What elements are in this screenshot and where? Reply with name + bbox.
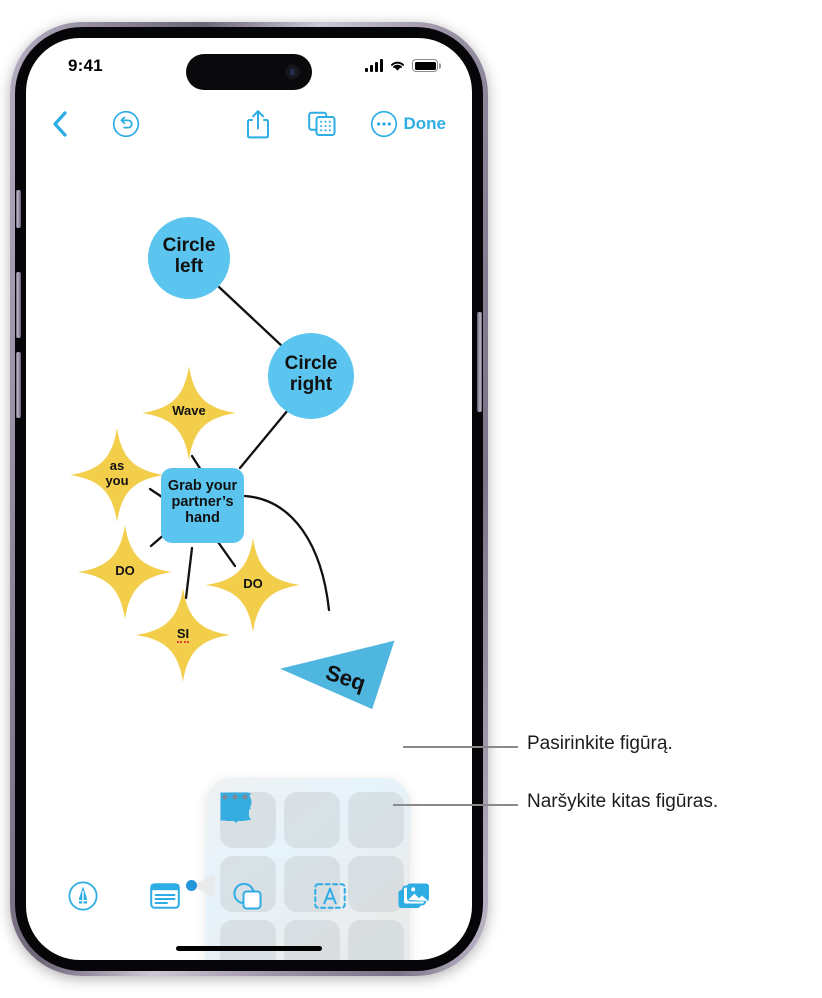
node-grab-partner[interactable]: [161, 468, 244, 543]
more-options-button[interactable]: [370, 110, 398, 138]
slide-navigator-button[interactable]: [308, 111, 336, 138]
star-as-you[interactable]: [70, 428, 164, 522]
text-box-icon: [150, 883, 180, 909]
bottom-toolbar: [26, 874, 472, 918]
callout-browse-shapes: Naršykite kitas figūras.: [527, 791, 719, 812]
text-style-tool-button[interactable]: [314, 883, 346, 909]
callout-leader-line-1: [403, 746, 518, 748]
wifi-icon: [390, 61, 405, 71]
share-button[interactable]: [246, 109, 270, 139]
text-tool-button[interactable]: [150, 883, 180, 909]
pill-shape[interactable]: [220, 792, 276, 960]
status-indicators: [365, 58, 438, 72]
photos-icon: [398, 883, 429, 908]
shapes-tool-button[interactable]: [232, 882, 262, 910]
mindmap-shapes: [70, 217, 395, 710]
done-button[interactable]: Done: [404, 114, 447, 134]
text-a-box-icon: [314, 883, 346, 909]
star-si[interactable]: [136, 588, 230, 682]
shape-picker-popup[interactable]: [186, 778, 410, 960]
node-triangle-seq[interactable]: [277, 610, 395, 710]
undo-button[interactable]: [112, 110, 140, 138]
draw-tool-button[interactable]: [68, 881, 98, 911]
status-time: 9:41: [68, 56, 103, 75]
node-circle-right[interactable]: [268, 333, 354, 419]
parallelogram-shape[interactable]: [221, 793, 340, 960]
signal-bars-icon: [365, 58, 383, 72]
volume-down-button[interactable]: [16, 352, 21, 418]
node-circle-left[interactable]: [148, 217, 230, 299]
more-shapes-button[interactable]: [222, 794, 404, 960]
battery-icon: [412, 59, 438, 72]
pen-circle-icon: [68, 881, 98, 911]
top-toolbar: Done: [26, 100, 472, 148]
power-button[interactable]: [477, 312, 482, 412]
circle-shape[interactable]: [221, 792, 340, 848]
callout-leader-line-2: [393, 804, 518, 806]
volume-up-button[interactable]: [16, 272, 21, 338]
ellipsis-icon: [222, 794, 248, 800]
share-icon: [247, 110, 269, 139]
home-indicator: [176, 946, 322, 951]
media-tool-button[interactable]: [398, 883, 430, 910]
chevron-left-icon: [53, 111, 67, 137]
callout-select-shape: Pasirinkite figūrą.: [527, 733, 673, 754]
duplicate-slides-icon: [308, 111, 336, 136]
shapes-icon: [233, 882, 262, 910]
dynamic-island: [186, 54, 312, 90]
undo-circle-icon: [112, 110, 140, 138]
mindmap-canvas[interactable]: Circle left Circle right Wave as you Grab y…: [26, 148, 472, 960]
star-do-right[interactable]: [206, 538, 300, 632]
phone-frame: 9:41 Done Circle left Circle right Wave …: [10, 22, 488, 976]
more-circle-icon: [370, 110, 398, 138]
screenshot-root: 9:41 Done Circle left Circle right Wave …: [0, 0, 822, 998]
star-wave[interactable]: [142, 366, 236, 460]
front-camera-icon: [285, 64, 300, 80]
action-button[interactable]: [16, 190, 21, 228]
triangle-shape[interactable]: [221, 792, 404, 848]
back-button[interactable]: [52, 111, 68, 137]
phone-screen: 9:41 Done Circle left Circle right Wave …: [26, 38, 472, 960]
